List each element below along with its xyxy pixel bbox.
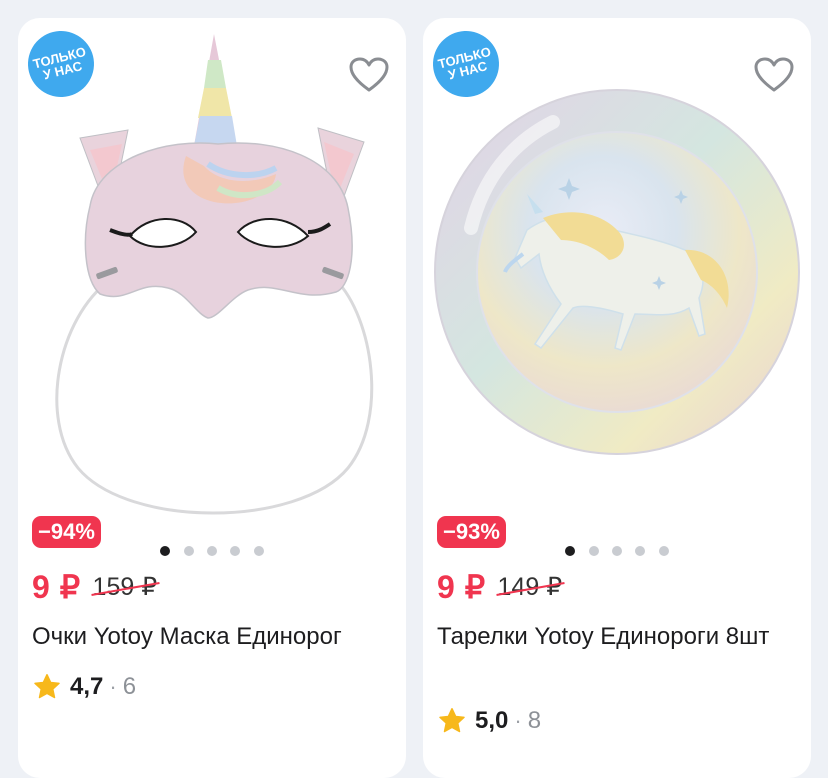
unicorn-mask-icon xyxy=(55,34,374,515)
rating-row: 5,0 · 8 xyxy=(437,704,541,738)
separator-dot: · xyxy=(514,708,522,733)
product-card[interactable]: ТОЛЬКО У НАС −93% 9 ₽ 149 ₽ Тарелки Yoto… xyxy=(423,18,811,778)
gallery-dot[interactable] xyxy=(253,545,264,556)
gallery-dot[interactable] xyxy=(160,545,171,556)
gallery-dot[interactable] xyxy=(230,545,241,556)
rating-row: 4,7 · 6 xyxy=(32,670,136,704)
favorite-button[interactable] xyxy=(346,52,392,98)
product-title[interactable]: Очки Yotoy Маска Единорог xyxy=(32,618,392,656)
star-icon xyxy=(34,674,60,699)
heart-icon xyxy=(754,57,794,92)
review-count: 6 xyxy=(122,673,137,700)
favorite-button[interactable] xyxy=(751,52,797,98)
gallery-dot[interactable] xyxy=(565,545,576,556)
rating-value: 4,7 xyxy=(70,673,104,700)
old-price: 159 ₽ xyxy=(92,573,158,601)
separator-dot: · xyxy=(109,674,117,699)
star-icon xyxy=(439,708,465,733)
price-row: 9 ₽ 149 ₽ xyxy=(437,567,562,607)
old-price: 149 ₽ xyxy=(497,573,563,601)
current-price: 9 ₽ xyxy=(437,569,486,605)
current-price: 9 ₽ xyxy=(32,569,81,605)
gallery-dots xyxy=(18,542,406,556)
heart-icon xyxy=(349,57,389,92)
gallery-dot[interactable] xyxy=(183,545,194,556)
gallery-dots xyxy=(423,542,811,556)
gallery-dot[interactable] xyxy=(658,545,669,556)
exclusive-badge-label: ТОЛЬКО У НАС xyxy=(436,43,493,83)
rating-value: 5,0 xyxy=(475,707,509,734)
product-card[interactable]: ТОЛЬКО У НАС −94% 9 ₽ 159 ₽ Очки Yotoy М… xyxy=(18,18,406,778)
product-title[interactable]: Тарелки Yotoy Единороги 8шт xyxy=(437,618,797,656)
exclusive-badge-label: ТОЛЬКО У НАС xyxy=(31,43,88,83)
gallery-dot[interactable] xyxy=(207,545,217,556)
price-row: 9 ₽ 159 ₽ xyxy=(32,567,157,607)
gallery-dot[interactable] xyxy=(612,545,622,556)
gallery-dot[interactable] xyxy=(635,545,646,556)
gallery-dot[interactable] xyxy=(588,545,599,556)
unicorn-plate-icon xyxy=(434,89,800,455)
review-count: 8 xyxy=(527,707,542,734)
